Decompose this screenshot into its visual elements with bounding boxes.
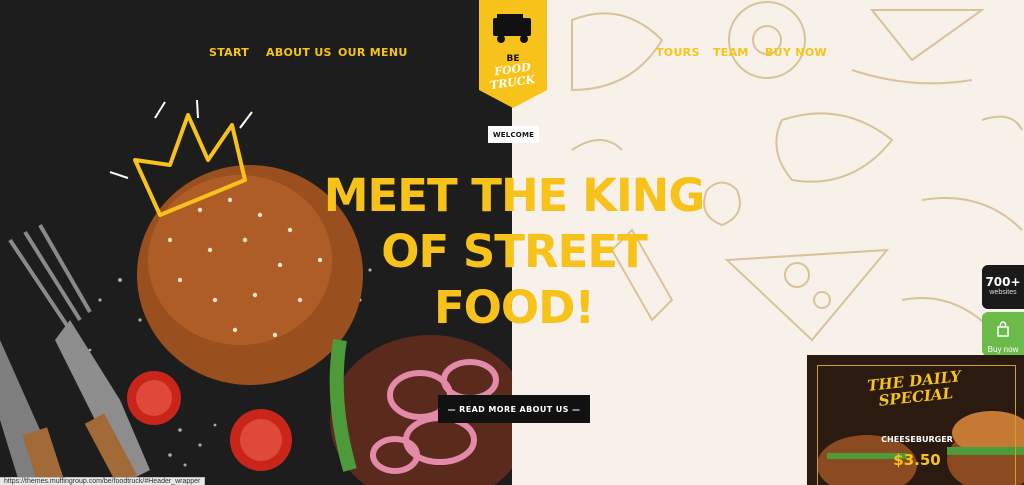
hero-title-line-1: MEET THE KING bbox=[323, 169, 706, 222]
shopping-bag-icon bbox=[997, 321, 1009, 337]
nav-link-our-menu[interactable]: OUR MENU bbox=[338, 46, 408, 59]
websites-widget[interactable]: 700+ websites bbox=[982, 265, 1024, 309]
special-price: $3.50 bbox=[893, 451, 941, 469]
hero-title-line-2: OF STREET bbox=[381, 225, 648, 278]
buy-now-label: Buy now bbox=[987, 345, 1019, 354]
page: START ABOUT US OUR MENU TOURS TEAM BUY N… bbox=[0, 0, 1024, 485]
nav-link-start[interactable]: START bbox=[209, 46, 249, 59]
special-item-name: CHEESEBURGER bbox=[881, 435, 953, 444]
hero-title-line-3: FOOD! bbox=[433, 281, 595, 334]
hero-title: MEET THE KING OF STREET FOOD! bbox=[300, 168, 728, 336]
site-logo[interactable]: BE FOOD TRUCK bbox=[479, 0, 547, 108]
nav-link-about-us[interactable]: ABOUT US bbox=[266, 46, 332, 59]
nav-link-buy-now[interactable]: BUY NOW bbox=[765, 46, 827, 59]
nav-link-tours[interactable]: TOURS bbox=[656, 46, 700, 59]
daily-special-card[interactable]: THE DAILY SPECIAL CHEESEBURGER $3.50 bbox=[807, 355, 1024, 485]
nav-link-team[interactable]: TEAM bbox=[713, 46, 749, 59]
food-truck-logo-icon: BE FOOD TRUCK bbox=[479, 0, 547, 108]
welcome-badge: WELCOME bbox=[488, 126, 539, 143]
read-more-button[interactable]: — READ MORE ABOUT US — bbox=[438, 395, 590, 423]
browser-status-url: https://themes.muffingroup.com/be/foodtr… bbox=[0, 477, 206, 485]
websites-count: 700+ bbox=[985, 275, 1021, 289]
websites-label: websites bbox=[989, 289, 1017, 296]
buy-now-widget[interactable]: Buy now bbox=[982, 312, 1024, 356]
